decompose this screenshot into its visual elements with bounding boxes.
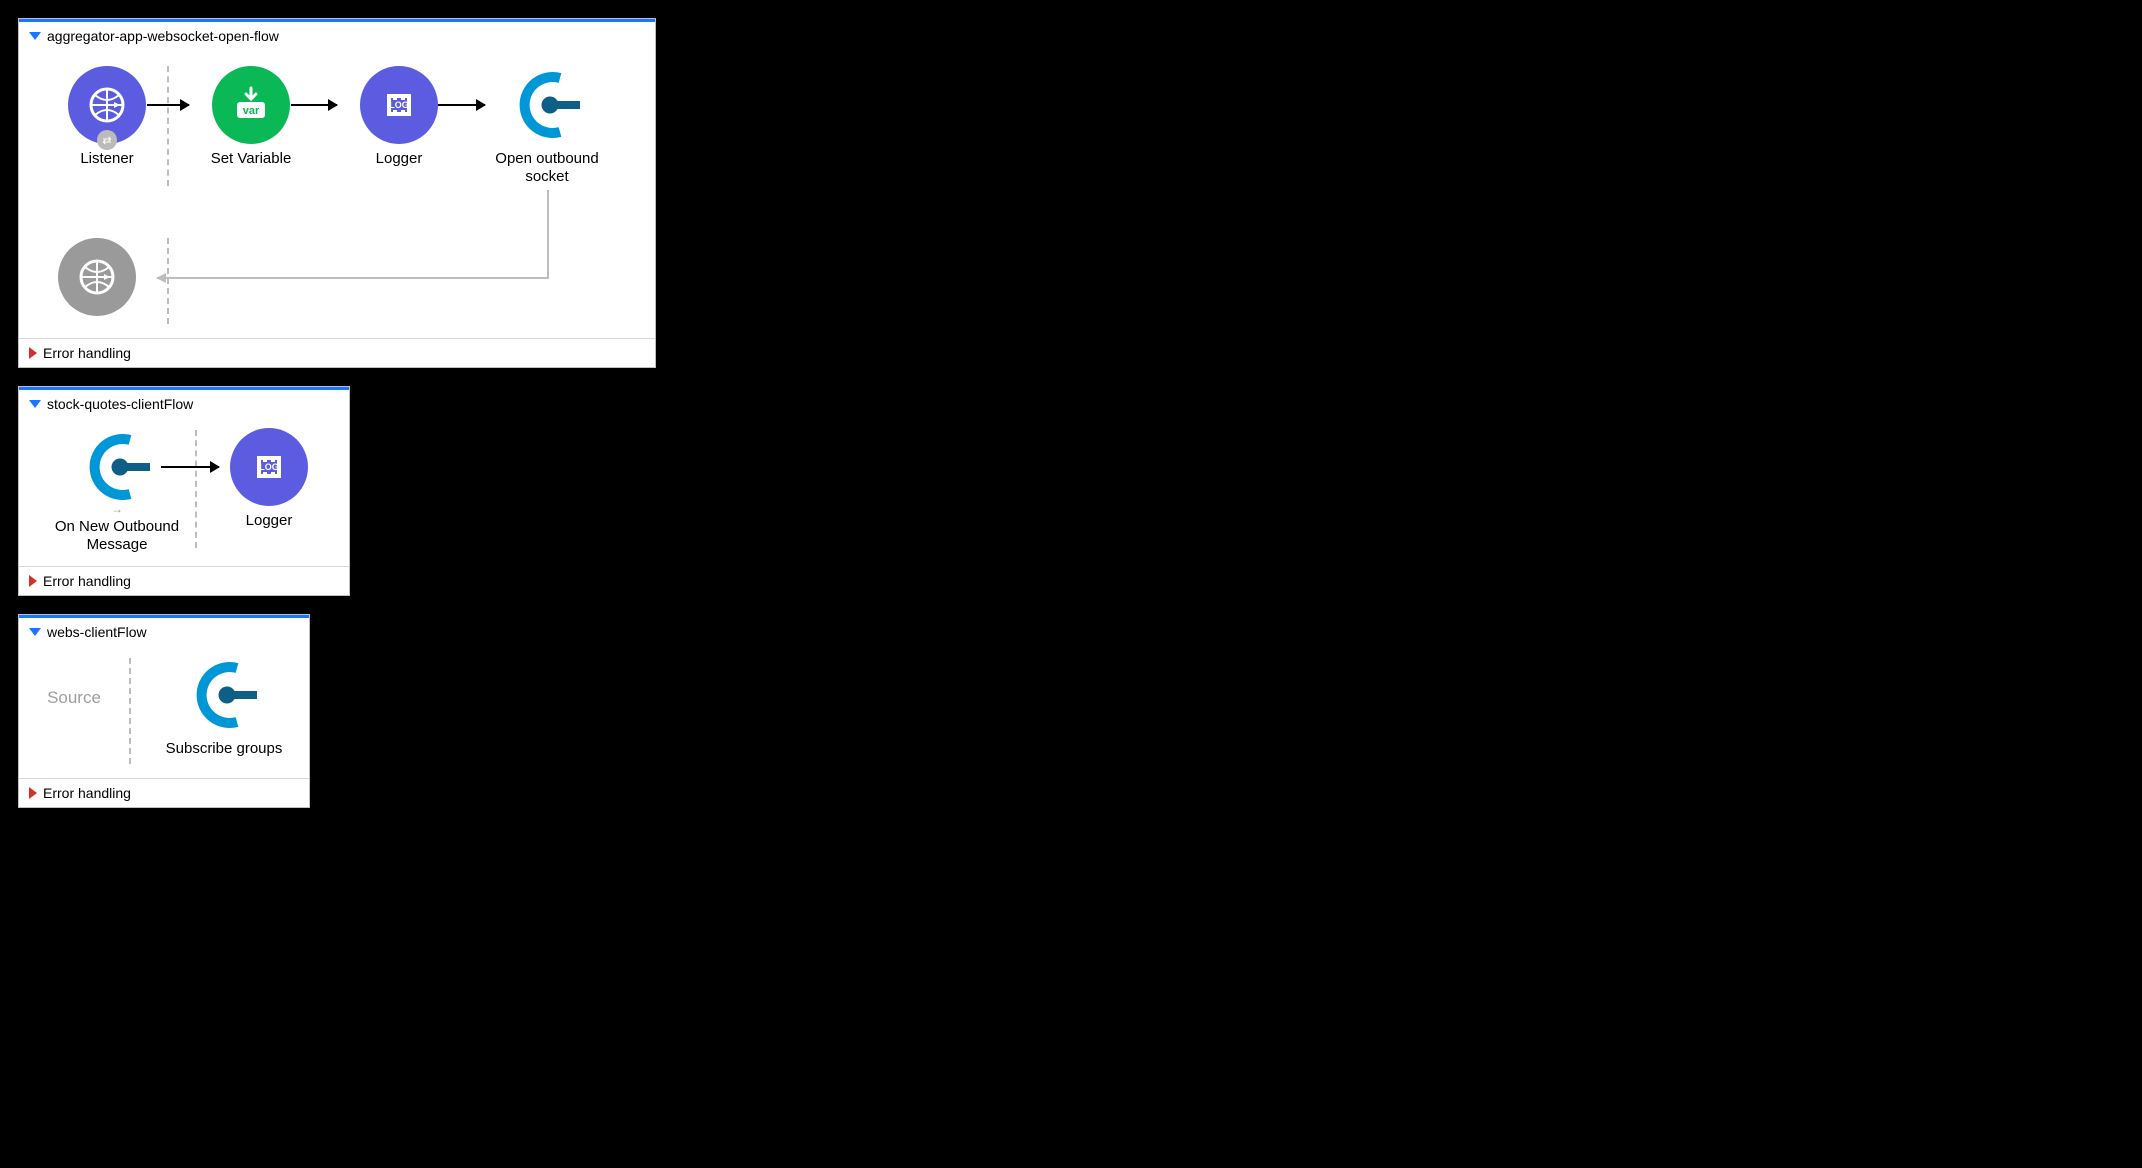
node-label: Logger <box>339 150 459 168</box>
websocket-connector-icon <box>185 656 263 734</box>
flow-aggregator-app-websocket-open[interactable]: aggregator-app-websocket-open-flow ⇄ Lis… <box>18 18 656 368</box>
logger-icon: LOG <box>230 428 308 506</box>
websocket-connector-icon <box>78 428 156 506</box>
svg-text:LOG: LOG <box>259 462 279 472</box>
error-handling-section[interactable]: Error handling <box>19 566 349 595</box>
flow-canvas[interactable]: Source Subscribe groups <box>19 644 309 778</box>
return-path-vertical <box>547 190 549 278</box>
node-listener[interactable]: ⇄ Listener <box>47 66 167 168</box>
flow-canvas[interactable]: → On New Outbound Message LOG Logger <box>19 416 349 566</box>
node-open-outbound-socket[interactable]: Open outbound socket <box>487 66 607 186</box>
node-label: On New Outbound Message <box>39 518 195 554</box>
flow-header[interactable]: aggregator-app-websocket-open-flow <box>19 22 655 48</box>
flow-title: webs-clientFlow <box>47 624 147 640</box>
error-handling-label: Error handling <box>43 345 131 361</box>
svg-text:LOG: LOG <box>389 100 409 110</box>
set-variable-icon: var <box>212 66 290 144</box>
error-handling-label: Error handling <box>43 785 131 801</box>
node-label: Logger <box>219 512 319 530</box>
response-globe-icon <box>58 238 136 316</box>
node-label: Listener <box>47 150 167 168</box>
flow-title: aggregator-app-websocket-open-flow <box>47 28 279 44</box>
flow-stock-quotes-client[interactable]: stock-quotes-clientFlow → On New Outboun… <box>18 386 350 596</box>
websocket-connector-icon <box>508 66 586 144</box>
node-logger[interactable]: LOG Logger <box>339 66 459 168</box>
flow-webs-client[interactable]: webs-clientFlow Source Subscribe groups … <box>18 614 310 808</box>
node-label: Set Variable <box>191 150 311 168</box>
source-arrow-badge-icon: → <box>111 502 123 516</box>
source-separator <box>129 658 131 764</box>
listener-badge-icon: ⇄ <box>97 130 117 150</box>
error-handling-label: Error handling <box>43 573 131 589</box>
collapse-triangle-icon[interactable] <box>29 400 41 408</box>
collapse-triangle-icon[interactable] <box>29 628 41 636</box>
node-response[interactable] <box>47 238 147 316</box>
node-subscribe-groups[interactable]: Subscribe groups <box>149 656 299 758</box>
expand-triangle-icon[interactable] <box>29 347 37 359</box>
source-placeholder-label: Source <box>47 688 101 707</box>
flow-title: stock-quotes-clientFlow <box>47 396 193 412</box>
flow-header[interactable]: stock-quotes-clientFlow <box>19 390 349 416</box>
source-placeholder[interactable]: Source <box>27 688 121 708</box>
return-path-horizontal <box>157 277 549 279</box>
svg-text:var: var <box>243 105 260 117</box>
node-set-variable[interactable]: var Set Variable <box>191 66 311 168</box>
listener-icon: ⇄ <box>68 66 146 144</box>
expand-triangle-icon[interactable] <box>29 787 37 799</box>
source-separator <box>195 430 197 548</box>
error-handling-section[interactable]: Error handling <box>19 778 309 807</box>
node-label: Subscribe groups <box>149 740 299 758</box>
logger-icon: LOG <box>360 66 438 144</box>
collapse-triangle-icon[interactable] <box>29 32 41 40</box>
flow-header[interactable]: webs-clientFlow <box>19 618 309 644</box>
expand-triangle-icon[interactable] <box>29 575 37 587</box>
flow-canvas[interactable]: ⇄ Listener var Set Variable <box>19 48 655 338</box>
source-separator <box>167 66 169 186</box>
error-handling-section[interactable]: Error handling <box>19 338 655 367</box>
source-separator-lower <box>167 238 169 324</box>
node-on-new-outbound-message[interactable]: → On New Outbound Message <box>39 428 195 554</box>
node-label: Open outbound socket <box>487 150 607 186</box>
node-logger[interactable]: LOG Logger <box>219 428 319 530</box>
